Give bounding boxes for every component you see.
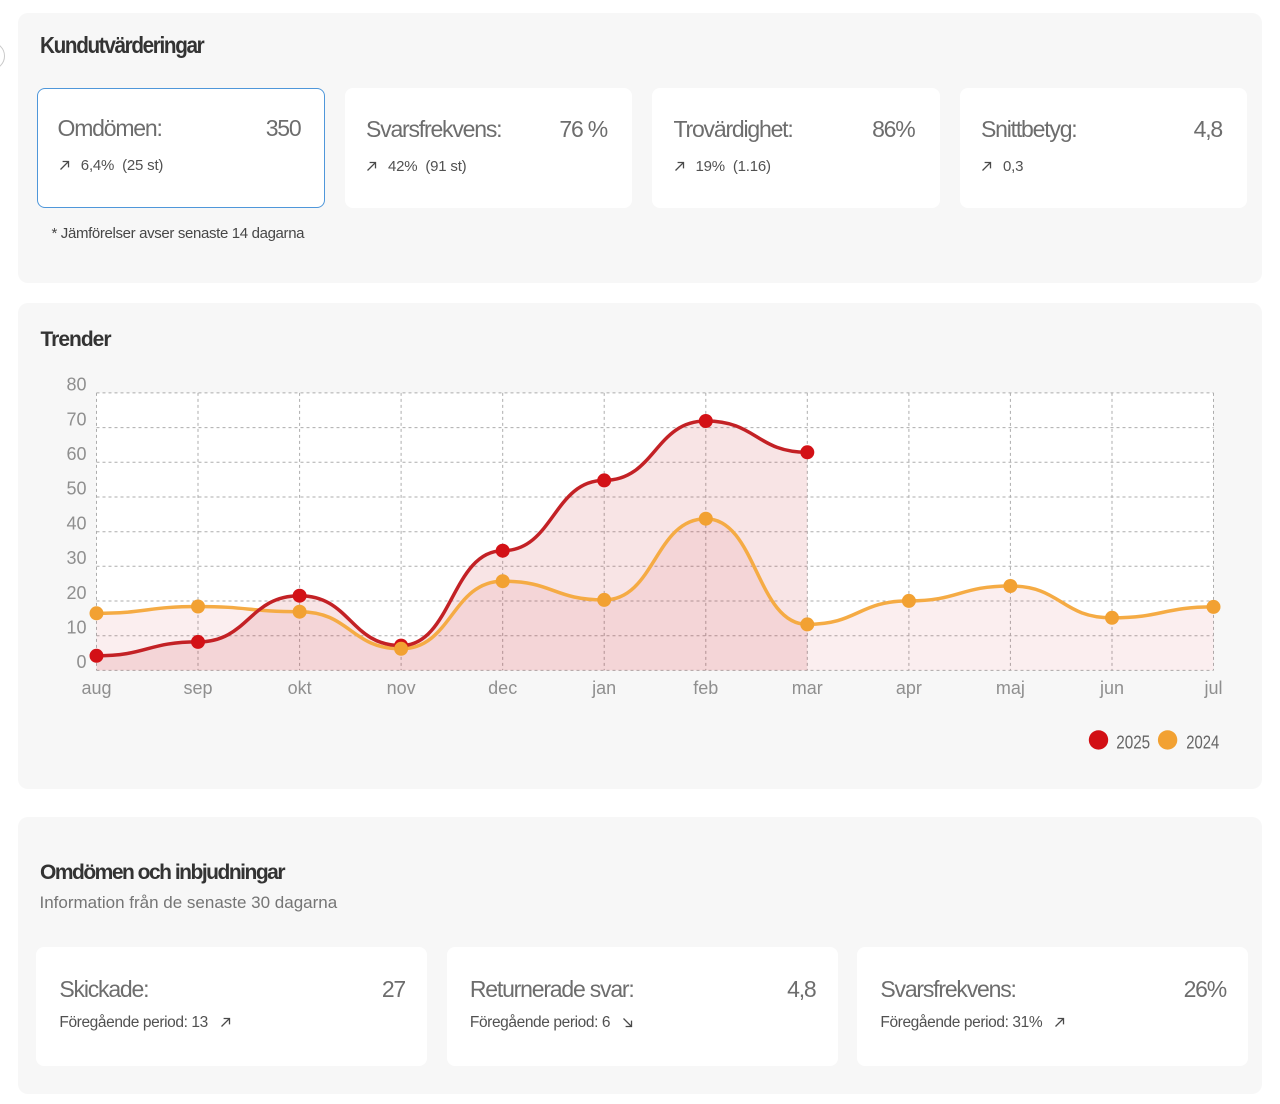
svg-text:2024: 2024 (1186, 732, 1219, 752)
svg-text:60: 60 (66, 444, 86, 464)
svg-text:apr: apr (896, 678, 922, 698)
svg-text:jul: jul (1203, 678, 1222, 698)
svg-text:20: 20 (66, 583, 86, 603)
svg-text:maj: maj (996, 678, 1025, 698)
svg-text:mar: mar (792, 678, 823, 698)
svg-text:sep: sep (183, 678, 212, 698)
svg-text:jun: jun (1099, 678, 1124, 698)
svg-text:okt: okt (288, 678, 312, 698)
svg-text:80: 80 (66, 375, 86, 395)
svg-text:50: 50 (66, 479, 86, 499)
svg-text:feb: feb (693, 678, 718, 698)
svg-text:70: 70 (66, 409, 86, 429)
svg-text:2025: 2025 (1116, 732, 1150, 752)
svg-text:40: 40 (66, 513, 86, 533)
svg-text:nov: nov (387, 678, 416, 698)
svg-text:dec: dec (488, 678, 517, 698)
svg-text:10: 10 (66, 618, 86, 638)
svg-text:30: 30 (66, 548, 86, 568)
svg-text:aug: aug (81, 678, 111, 698)
svg-text:jan: jan (591, 678, 616, 698)
svg-text:0: 0 (76, 652, 86, 672)
